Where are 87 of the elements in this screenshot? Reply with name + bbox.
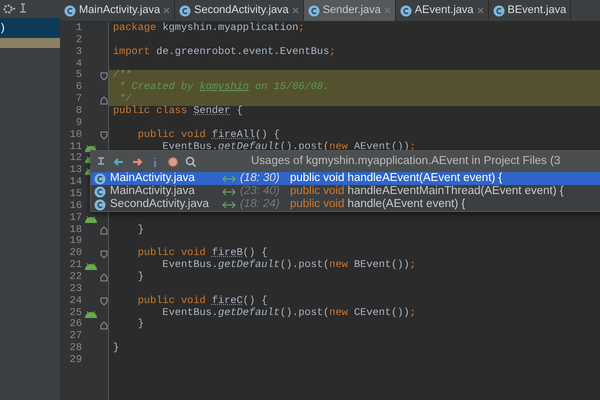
line-number: 7 (74, 94, 82, 106)
line-number: 24 (68, 296, 82, 308)
line-number: 9 (74, 118, 82, 130)
android-icon[interactable] (84, 214, 98, 223)
class-icon (308, 4, 320, 16)
line-number: 26 (68, 319, 82, 331)
code-line: public class Sender { (112, 106, 244, 118)
code-line: } (112, 343, 120, 356)
line-number: 18 (68, 224, 82, 236)
code-line: } (136, 272, 145, 284)
line-number: 2 (74, 34, 82, 47)
line-number: 5 (74, 70, 82, 82)
close-icon[interactable] (292, 7, 299, 14)
line-number: 28 (68, 343, 82, 355)
line-number: 13 (68, 165, 82, 177)
line-number: 22 (68, 272, 82, 284)
editor-tab[interactable]: Sender.java (304, 0, 396, 21)
class-icon (492, 4, 504, 16)
link-icon (222, 188, 236, 196)
code-snippet: public void handleAEventMainThread(AEvent event) { (290, 184, 564, 198)
line-number: 1 (74, 23, 82, 35)
line-number: 11 (68, 142, 82, 153)
code-line: EventBus.getDefault().post(new BEvent()); (161, 260, 417, 272)
line-position: (18: 24) (240, 196, 281, 212)
code-line: } (136, 224, 145, 236)
class-icon (400, 4, 412, 16)
android-icon[interactable] (84, 262, 98, 270)
line-position: (23: 40) (240, 184, 281, 198)
fold-icon[interactable] (100, 131, 108, 140)
usage-row[interactable]: MainActivity.java (23: 40) public void handleAEventMainThread(AEvent event) { (91, 185, 600, 198)
line-number: 23 (68, 284, 82, 296)
line-number: 4 (74, 58, 82, 70)
file-name: MainActivity.java (110, 184, 196, 198)
code-snippet: public void handleAEvent(AEvent event) { (290, 170, 502, 186)
fold-icon[interactable] (100, 250, 108, 259)
search-icon[interactable] (185, 156, 197, 168)
fold-icon[interactable] (100, 273, 108, 282)
fold-icon[interactable] (100, 320, 108, 330)
gear-icon[interactable] (2, 3, 16, 15)
code-line: EventBus.getDefault().post(new CEvent()); (161, 308, 417, 320)
line-number: 12 (68, 153, 82, 165)
usage-row[interactable]: MainActivity.java (18: 30) public void handleAEvent(AEvent event) { (91, 172, 600, 185)
code-line: public void fireC() { (136, 296, 268, 308)
link-icon (222, 200, 236, 208)
file-name: SecondActivity.java (110, 196, 210, 212)
line-number: 3 (74, 46, 82, 59)
class-icon (179, 4, 192, 16)
fold-icon[interactable] (100, 96, 108, 105)
class-icon (94, 172, 106, 184)
popup-title: Usages of kgmyshin.myapplication.AEvent in Project Files (3 (251, 154, 560, 169)
line-number: 17 (68, 212, 82, 225)
arrow-left-icon[interactable] (113, 156, 125, 168)
code-line: } (136, 319, 145, 332)
class-icon (94, 198, 106, 210)
code-line: package kgmyshin.myapplication; (112, 23, 306, 35)
code-line: public void fireB() { (136, 248, 268, 260)
line-number: 29 (68, 355, 82, 367)
code-line: import de.greenrobot.event.EventBus; (112, 46, 336, 59)
line-number: 25 (68, 308, 82, 319)
close-icon[interactable] (476, 7, 484, 14)
usage-row[interactable]: SecondActivity.java (18: 24) public void handle(AEvent event) { (91, 198, 600, 211)
line-number: 20 (68, 248, 82, 260)
line-number: 16 (68, 200, 82, 213)
line-number: 10 (68, 130, 82, 142)
code-snippet: public void handle(AEvent event) { (290, 196, 466, 212)
line-number: 21 (68, 260, 82, 272)
tree-row[interactable]: ) (0, 18, 60, 38)
line-position: (18: 30) (240, 170, 281, 186)
close-icon[interactable] (163, 7, 170, 14)
line-number: 19 (68, 236, 82, 248)
line-number: 15 (68, 189, 82, 201)
link-icon (222, 174, 236, 182)
line-number: 8 (74, 106, 82, 118)
arrow-right-icon[interactable] (131, 156, 143, 168)
editor-tab[interactable]: BEvent.java (488, 0, 572, 21)
code-line: public void fireAll() { (136, 130, 281, 142)
class-icon (64, 4, 76, 16)
android-icon[interactable] (84, 310, 98, 318)
fold-icon[interactable] (100, 226, 108, 236)
line-number: 27 (68, 331, 82, 343)
class-icon (94, 186, 106, 198)
line-number: 6 (74, 82, 82, 94)
fold-icon[interactable] (100, 72, 108, 81)
settings-icon[interactable] (167, 156, 179, 168)
fold-icon[interactable] (100, 297, 108, 306)
line-number: 14 (68, 177, 82, 189)
file-name: MainActivity.java (110, 170, 196, 186)
